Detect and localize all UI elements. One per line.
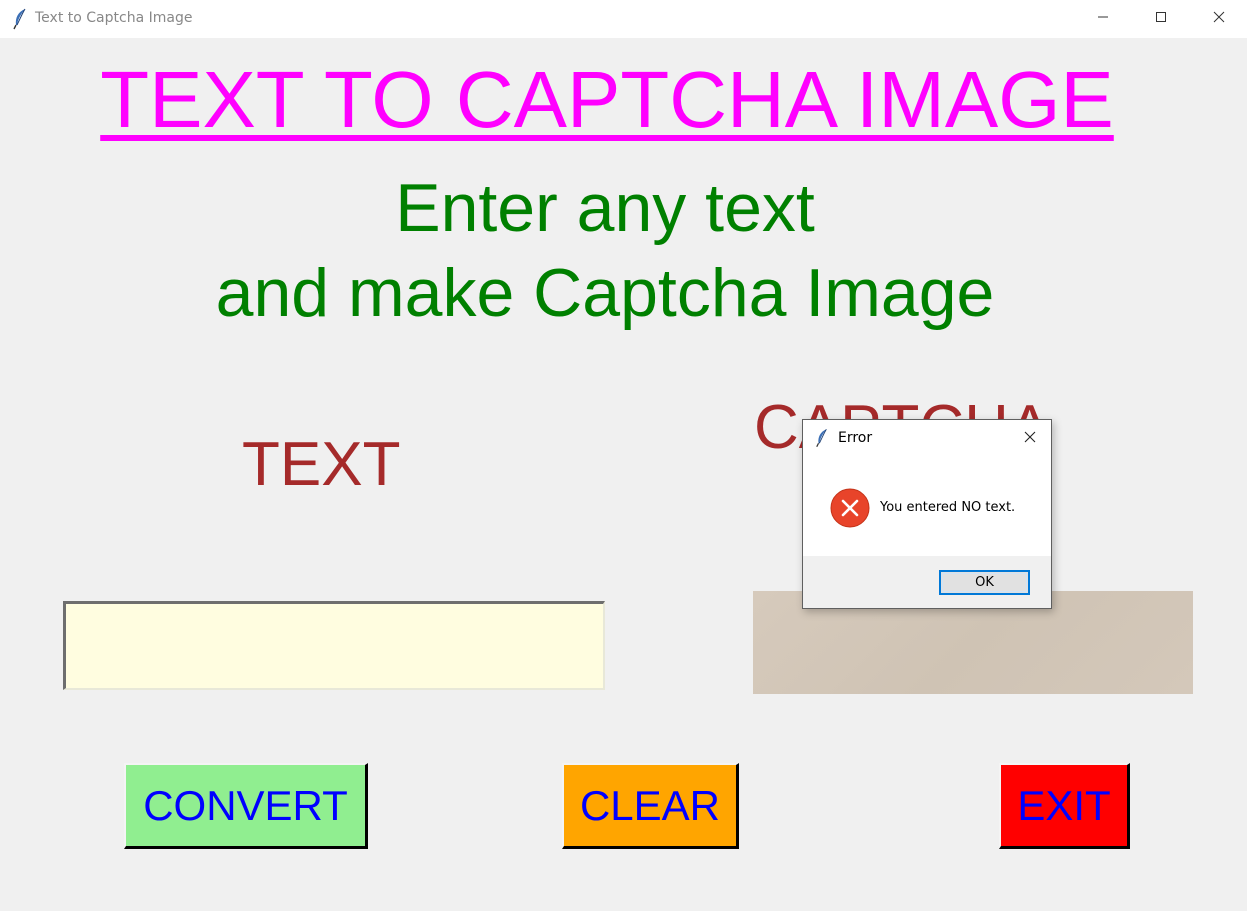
ok-button[interactable]: OK: [939, 570, 1030, 595]
dialog-close-button[interactable]: [1015, 426, 1045, 452]
error-dialog: Error You entered NO text. OK: [802, 419, 1052, 609]
close-icon: [1213, 10, 1225, 28]
window-title: Text to Captcha Image: [35, 10, 193, 26]
close-window-button[interactable]: [1190, 0, 1247, 38]
subtitle-line-2: and make Captcha Image: [215, 255, 995, 331]
minimize-button[interactable]: [1074, 0, 1132, 38]
maximize-icon: [1155, 10, 1167, 28]
dialog-title: Error: [838, 430, 873, 446]
maximize-button[interactable]: [1132, 0, 1190, 38]
exit-button[interactable]: EXIT: [999, 763, 1130, 849]
convert-button[interactable]: CONVERT: [124, 763, 368, 849]
clear-button[interactable]: CLEAR: [562, 763, 739, 849]
text-input[interactable]: [63, 601, 605, 690]
error-icon: [830, 488, 870, 528]
feather-icon: [12, 8, 28, 30]
subtitle-line-1: Enter any text: [395, 170, 815, 246]
dialog-message: You entered NO text.: [880, 500, 1016, 515]
page-title: TEXT TO CAPTCHA IMAGE: [100, 55, 1114, 144]
close-icon: [1024, 430, 1036, 448]
app-window: Text to Captcha Image TEXT TO CAPTCHA IM…: [0, 0, 1247, 911]
feather-icon: [815, 428, 829, 448]
minimize-icon: [1097, 10, 1109, 28]
text-label: TEXT: [242, 430, 401, 499]
title-bar: Text to Captcha Image: [0, 0, 1247, 38]
dialog-footer: OK: [803, 556, 1051, 608]
